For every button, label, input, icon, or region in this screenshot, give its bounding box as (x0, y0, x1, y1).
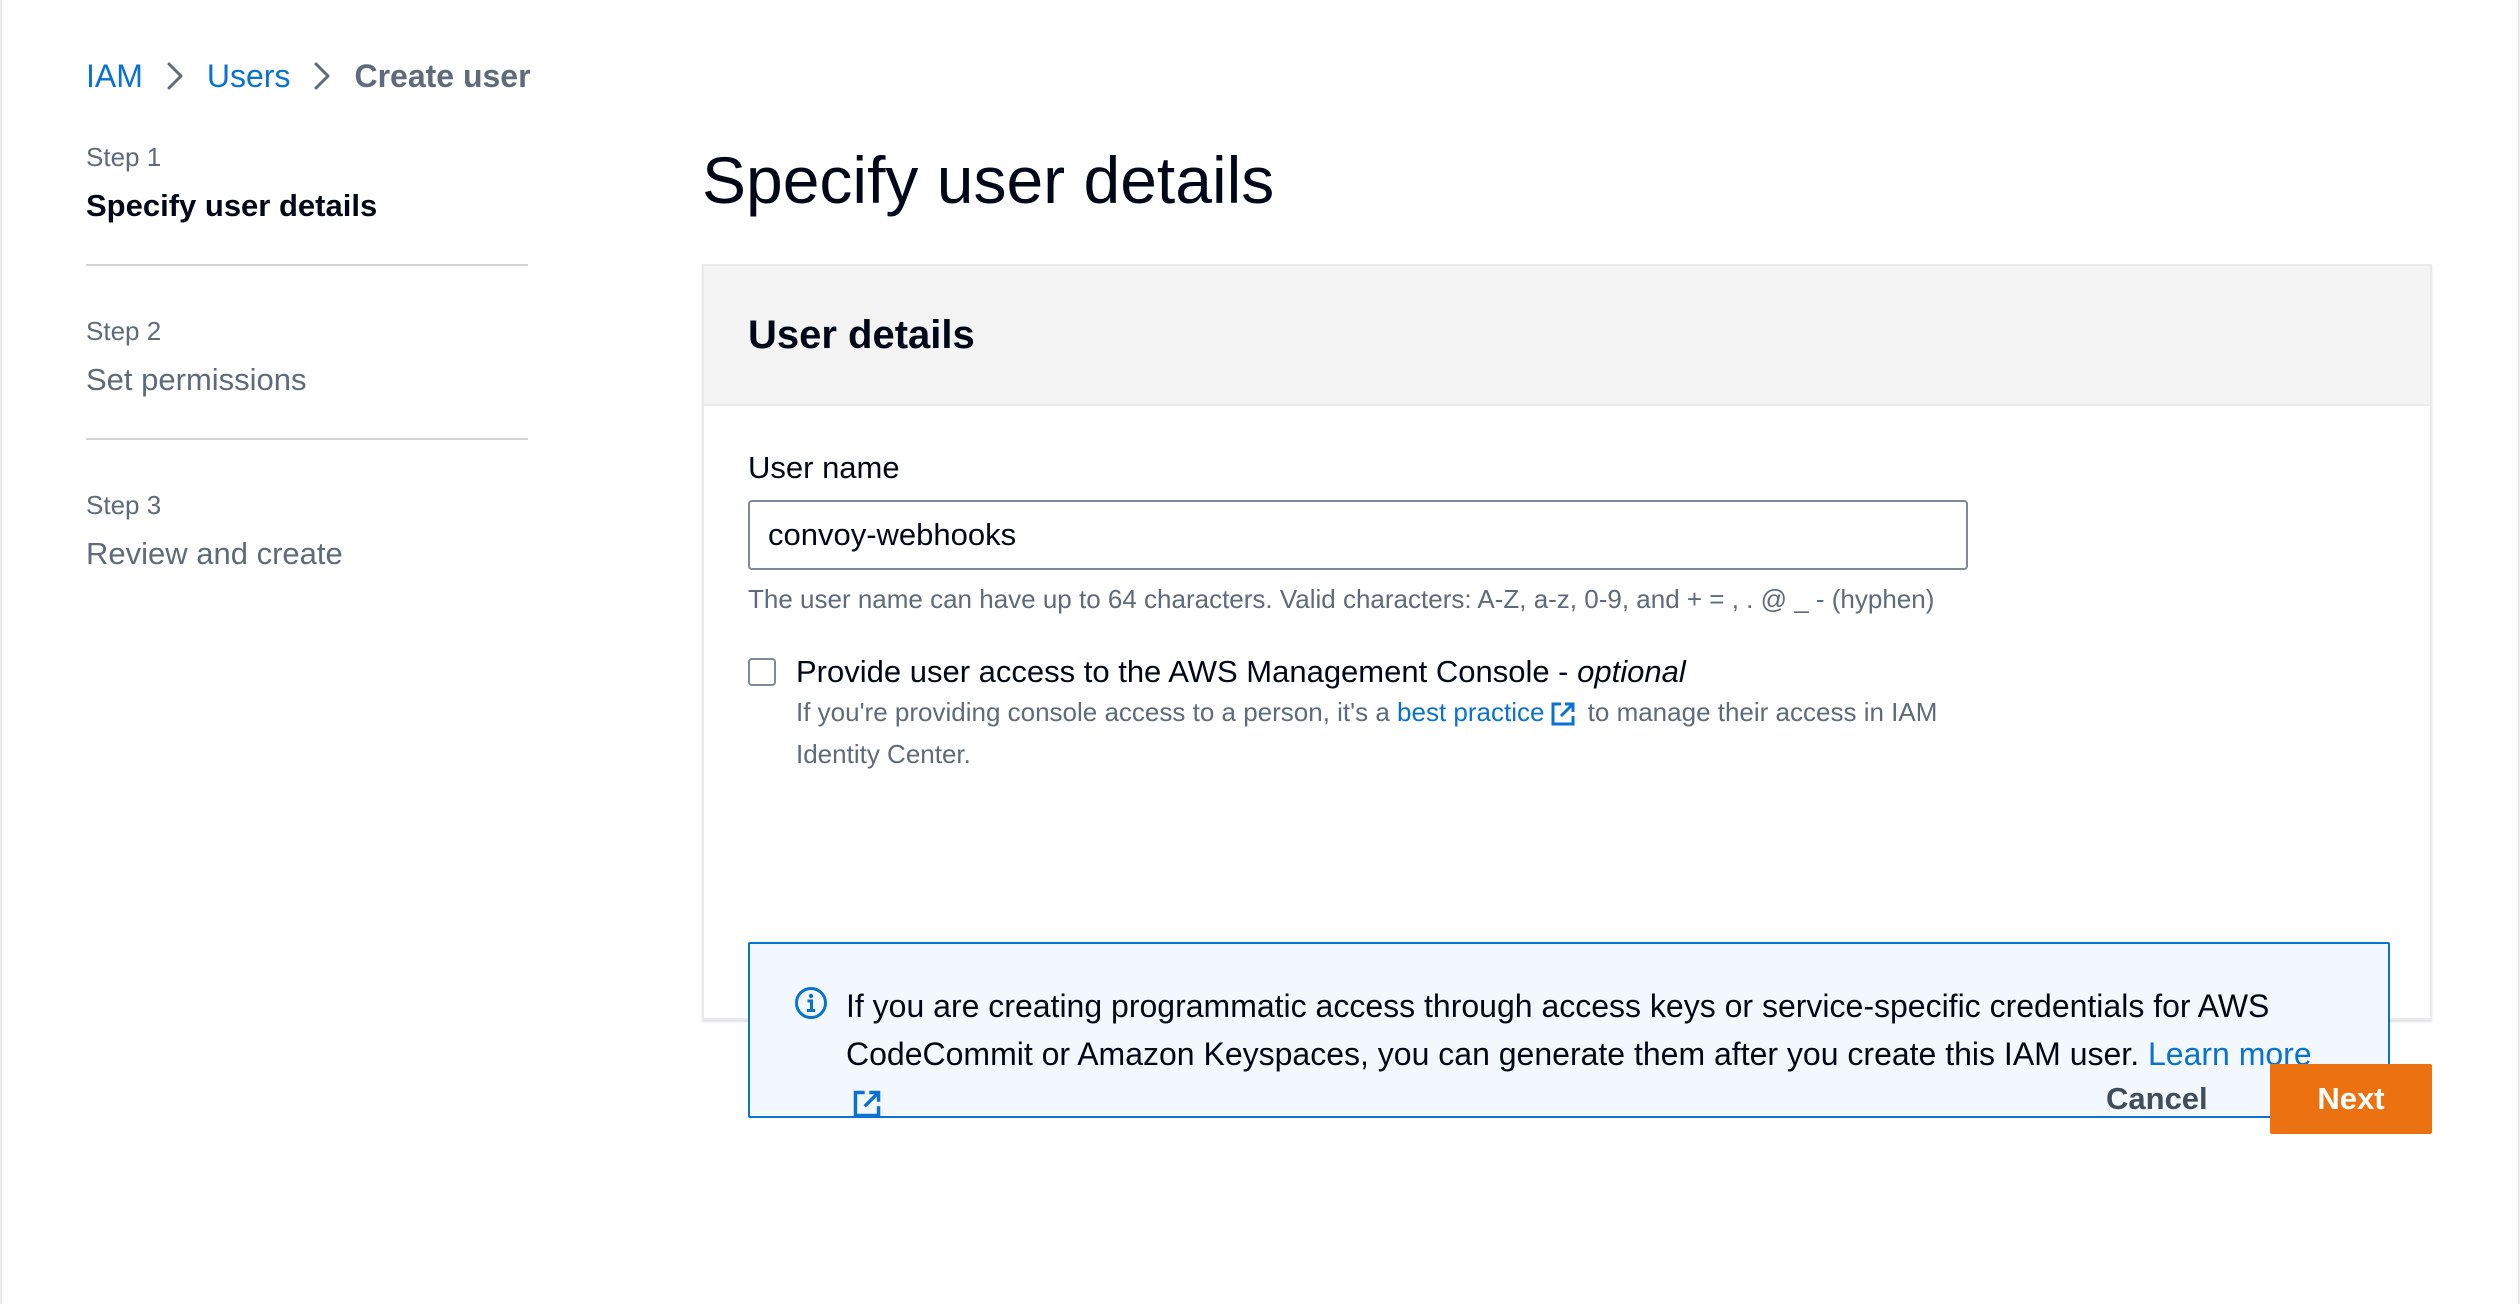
external-link-icon[interactable] (1550, 700, 1576, 736)
best-practice-link[interactable]: best practice (1397, 697, 1544, 727)
user-details-container: User details User name The user name can… (702, 264, 2432, 1118)
step-divider (86, 264, 528, 266)
chevron-right-icon (290, 54, 354, 98)
cancel-button[interactable]: Cancel (2072, 1064, 2242, 1134)
chevron-right-icon (143, 54, 207, 98)
step-title-review-and-create: Review and create (86, 536, 343, 571)
info-alert-message: If you are creating programmatic access … (846, 988, 2270, 1072)
breadcrumb-iam[interactable]: IAM (86, 58, 143, 95)
wizard-step-1: Step 1 Specify user details (86, 140, 528, 226)
window-left-border (0, 0, 2, 1304)
step-number: Step 2 (86, 316, 162, 346)
breadcrumb: IAM Users Create user (86, 54, 531, 98)
wizard-steps-nav: Step 1 Specify user details Step 2 Set p… (86, 140, 528, 574)
console-access-text: Provide user access to the AWS Managemen… (796, 652, 1996, 772)
external-link-icon[interactable] (852, 1084, 882, 1132)
user-name-input[interactable] (748, 500, 1968, 570)
user-name-hint: The user name can have up to 64 characte… (748, 584, 1935, 614)
console-access-label-text: Provide user access to the AWS Managemen… (796, 654, 1578, 689)
step-number: Step 1 (86, 142, 162, 172)
console-access-description: If you're providing console access to a … (796, 694, 1996, 772)
breadcrumb-create-user: Create user (354, 57, 531, 94)
step-title-specify-user-details: Specify user details (86, 188, 378, 223)
step-number: Step 3 (86, 490, 162, 520)
breadcrumb-users[interactable]: Users (207, 58, 291, 95)
wizard-step-3: Step 3 Review and create (86, 488, 528, 574)
container-header: User details (704, 266, 2430, 406)
wizard-step-2: Step 2 Set permissions (86, 314, 528, 400)
optional-tag: optional (1577, 654, 1686, 689)
console-access-checkbox[interactable] (748, 658, 776, 686)
console-access-desc-prefix: If you're providing console access to a … (796, 697, 1398, 727)
console-access-label[interactable]: Provide user access to the AWS Managemen… (796, 652, 1996, 692)
info-icon (794, 986, 828, 1020)
page-title: Specify user details (702, 143, 1275, 217)
container-title: User details (748, 312, 975, 357)
user-name-label: User name (748, 450, 900, 485)
next-button[interactable]: Next (2270, 1064, 2432, 1134)
console-access-option: Provide user access to the AWS Managemen… (748, 652, 1996, 772)
step-divider (86, 438, 528, 440)
step-title-set-permissions: Set permissions (86, 362, 307, 397)
